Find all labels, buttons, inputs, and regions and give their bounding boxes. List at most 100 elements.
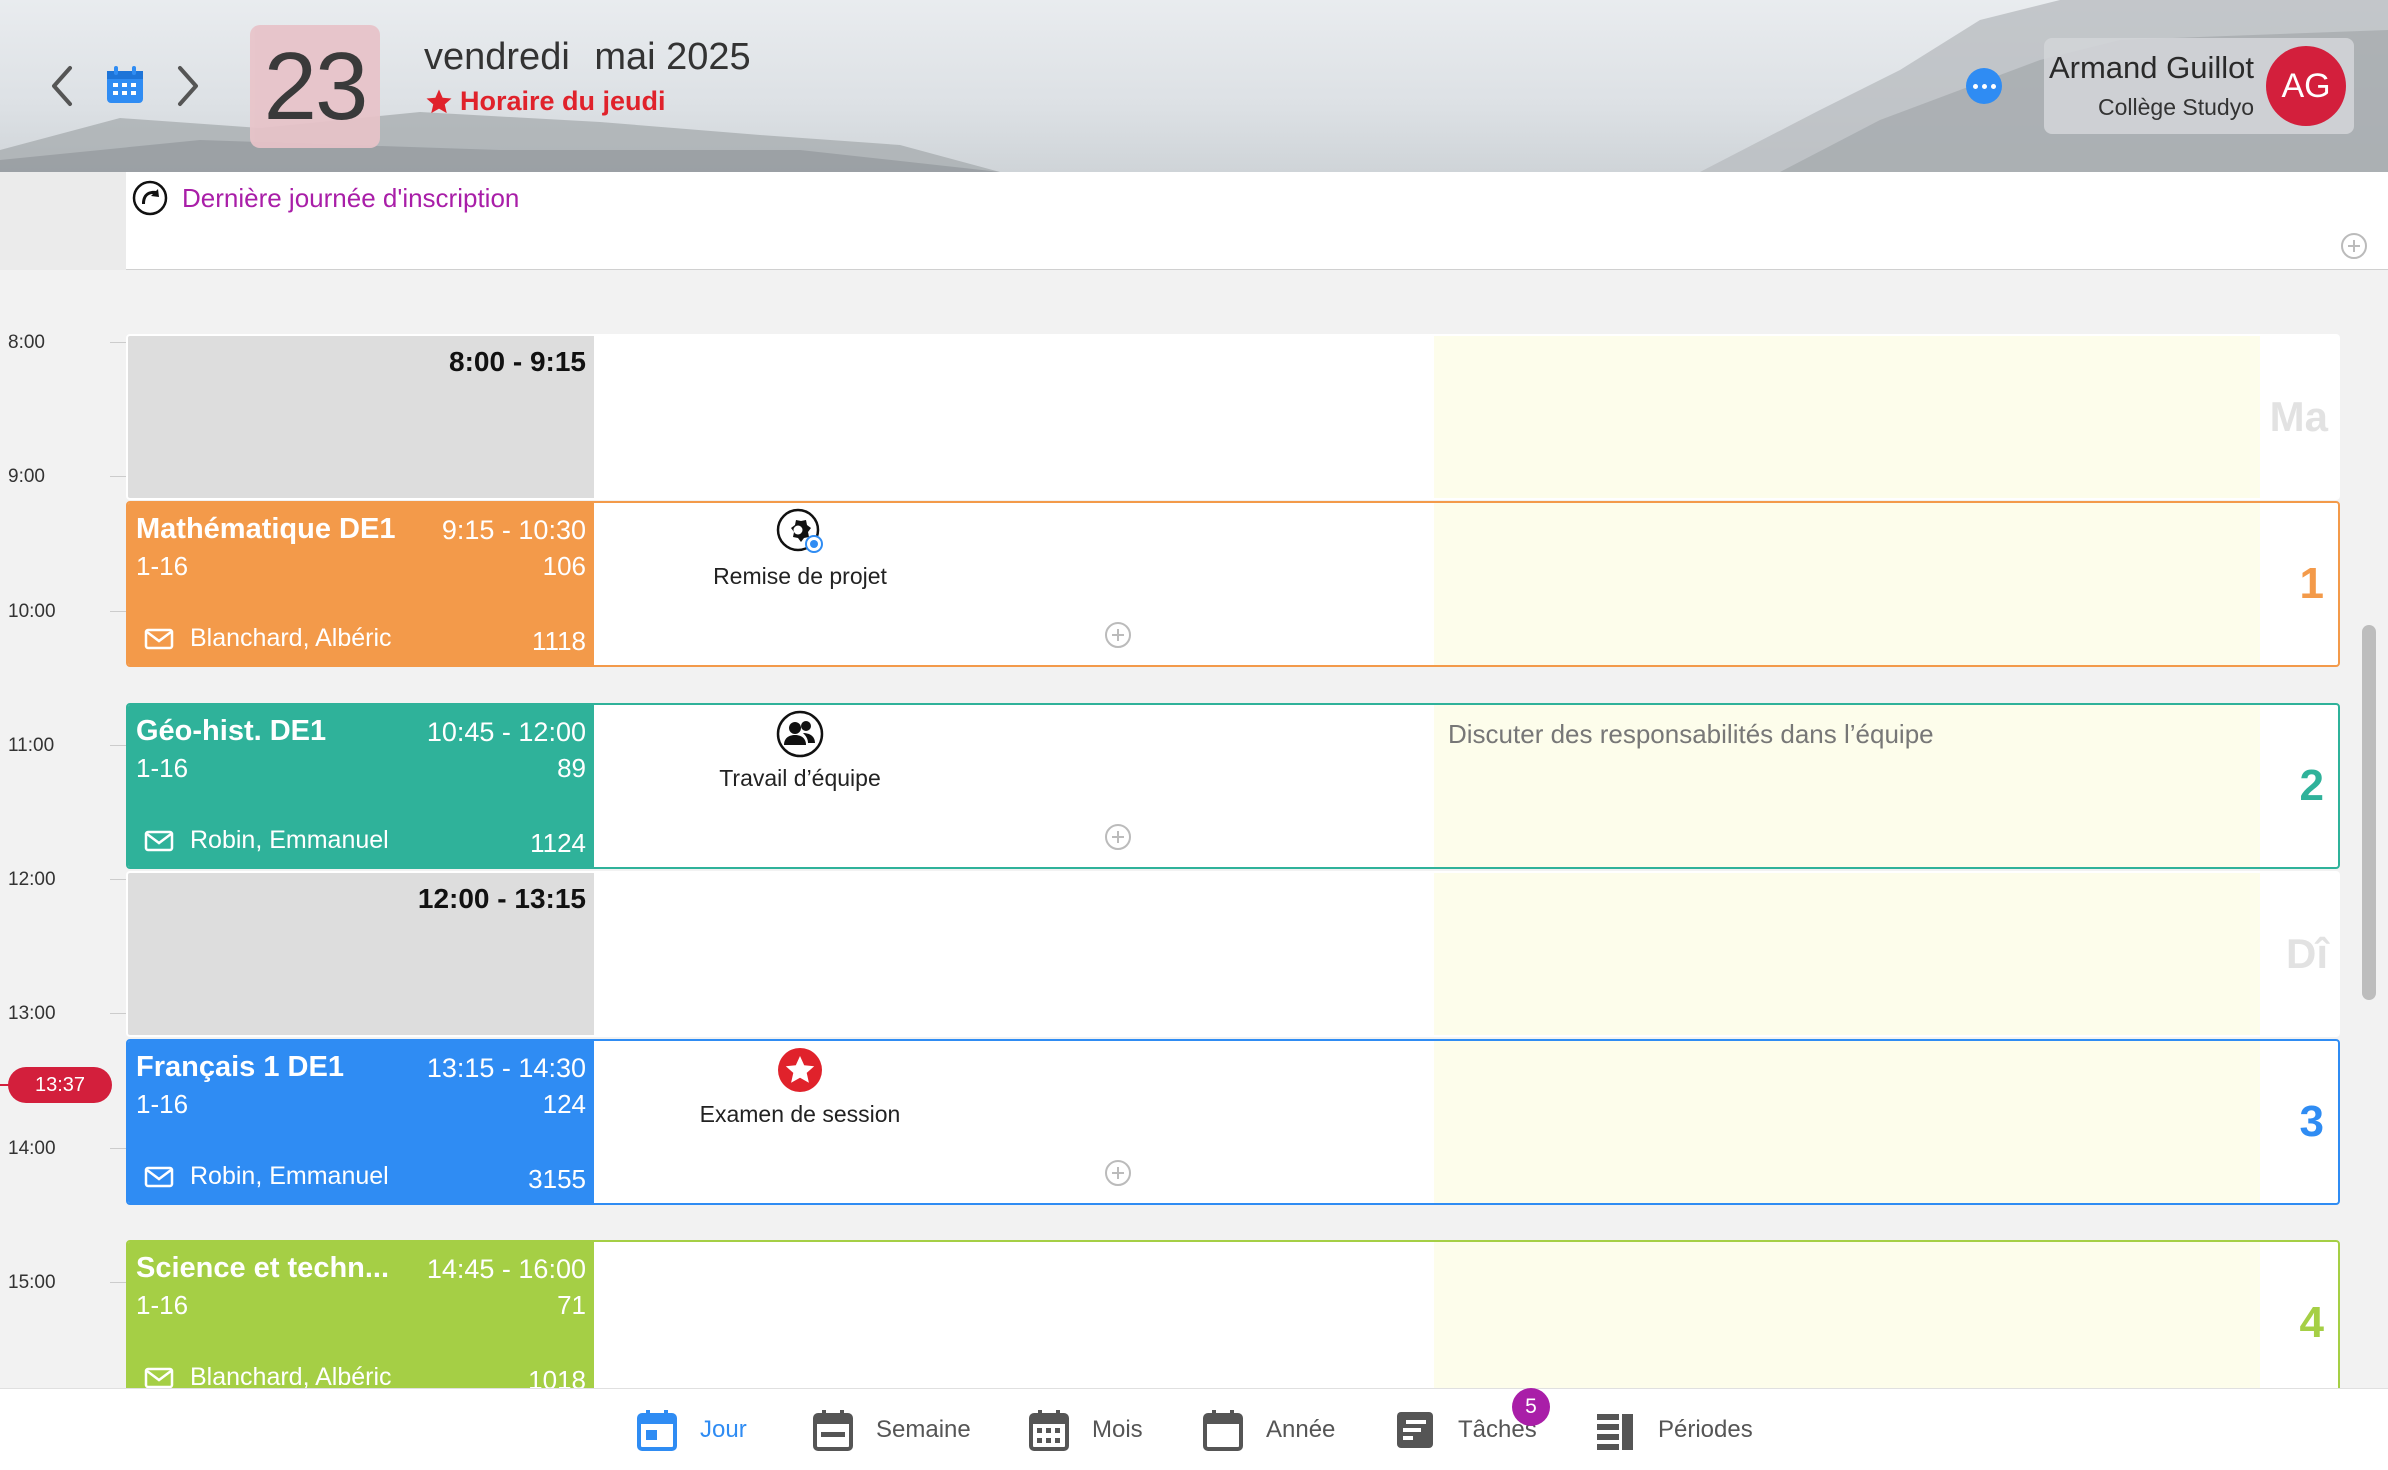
activity-item[interactable]: Travail d’équipe (594, 709, 1006, 792)
note-column[interactable] (1434, 503, 2260, 665)
hour-label: 15:00 (8, 1272, 56, 1293)
course-group: 1-16 (136, 753, 189, 783)
course-group: 1-16 (136, 1290, 189, 1320)
free-block-time: 8:00 - 9:15 (449, 346, 586, 377)
hour-label: 12:00 (8, 869, 56, 890)
mail-icon (144, 830, 174, 851)
free-block-header: 12:00 - 13:15 (128, 873, 594, 1035)
activity-item[interactable]: Examen de session (594, 1045, 1006, 1128)
period-label: Dî (2286, 930, 2328, 977)
tab-periods[interactable]: Périodes (1594, 1403, 1753, 1457)
hour-tick (110, 342, 126, 343)
tab-week[interactable]: Semaine (812, 1403, 971, 1457)
mail-icon (144, 628, 174, 649)
add-activity-icon[interactable] (1104, 1159, 1132, 1187)
month-year: mai 2025 (594, 36, 751, 78)
gear-icon (776, 508, 823, 553)
more-options-button[interactable] (1966, 68, 2002, 104)
course-group: 1-16 (136, 551, 189, 581)
course-row-math[interactable]: Mathématique DE1 9:15 - 10:30 1-16 106 B… (126, 501, 2340, 667)
hour-tick (110, 1282, 126, 1283)
course-header[interactable]: Géo-hist. DE1 10:45 - 12:00 1-16 89 Robi… (128, 705, 594, 867)
school-name: Collège Studyo (2098, 94, 2254, 120)
free-block-lunch[interactable]: 12:00 - 13:15 Dî (126, 871, 2340, 1037)
allday-event[interactable]: Dernière journée d'inscription (132, 180, 519, 216)
course-header[interactable]: Français 1 DE1 13:15 - 14:30 1-16 124 Ro… (128, 1041, 594, 1203)
hour-label: 10:00 (8, 601, 56, 622)
course-time: 9:15 - 10:30 (441, 515, 586, 545)
calendar-year-icon (1203, 1410, 1243, 1451)
tab-periods-label: Périodes (1658, 1416, 1753, 1443)
calendar-icon (107, 66, 143, 103)
weekday: vendredi (424, 36, 570, 78)
avatar: AG (2266, 46, 2346, 126)
course-time: 10:45 - 12:00 (426, 717, 586, 747)
allday-event-label: Dernière journée d'inscription (182, 182, 520, 213)
next-day-button[interactable] (170, 60, 206, 112)
course-room: 89 (557, 753, 586, 783)
course-code: 3155 (528, 1164, 586, 1194)
course-room: 71 (557, 1290, 586, 1320)
allday-row[interactable]: Dernière journée d'inscription (126, 172, 2388, 270)
note-column[interactable] (1434, 1041, 2260, 1203)
course-name: Science et techn... (136, 1252, 390, 1284)
note-column[interactable] (1434, 336, 2260, 498)
course-name: Français 1 DE1 (136, 1051, 344, 1083)
course-teacher[interactable]: Robin, Emmanuel (144, 1162, 389, 1191)
tab-day[interactable]: Jour (636, 1403, 747, 1457)
course-code: 1118 (532, 626, 586, 656)
tab-week-label: Semaine (876, 1416, 971, 1443)
activity-area[interactable]: Remise de projet (594, 503, 1434, 665)
hour-label: 11:00 (8, 735, 55, 756)
header: 23 vendredi mai 2025 Horaire du jeudi Ar… (0, 0, 2388, 172)
registration-icon (132, 180, 168, 216)
exam-star-icon (778, 1048, 822, 1092)
star-icon (426, 89, 452, 113)
allday-gutter (0, 172, 126, 270)
hour-tick (110, 611, 126, 612)
user-card[interactable]: Armand Guillot Collège Studyo AG (2044, 38, 2354, 134)
chevron-right-icon (178, 66, 198, 106)
chevron-left-icon (52, 66, 72, 106)
note-column[interactable] (1434, 1242, 2260, 1404)
course-code: 1124 (530, 828, 586, 858)
course-room: 124 (542, 1089, 586, 1119)
course-time: 14:45 - 16:00 (426, 1254, 586, 1284)
period-number: 4 (2299, 1298, 2324, 1347)
course-name: Géo-hist. DE1 (136, 715, 327, 747)
mail-icon (144, 1166, 174, 1187)
course-row-geo-hist[interactable]: Géo-hist. DE1 10:45 - 12:00 1-16 89 Robi… (126, 703, 2340, 869)
course-teacher[interactable]: Blanchard, Albéric (144, 624, 392, 653)
activity-item[interactable]: Remise de projet (594, 507, 1006, 590)
teacher-name: Robin, Emmanuel (190, 826, 389, 854)
add-allday-icon[interactable] (2340, 232, 2368, 260)
mail-icon (144, 1367, 174, 1388)
activity-area[interactable]: Examen de session (594, 1041, 1434, 1203)
activity-label: Examen de session (699, 1101, 901, 1127)
tab-year[interactable]: Année (1202, 1403, 1335, 1457)
tab-month[interactable]: Mois (1028, 1403, 1143, 1457)
course-header[interactable]: Mathématique DE1 9:15 - 10:30 1-16 106 B… (128, 503, 594, 665)
course-name: Mathématique DE1 (136, 513, 396, 545)
date-number: 23 (250, 25, 380, 148)
course-teacher[interactable]: Robin, Emmanuel (144, 826, 389, 855)
course-header[interactable]: Science et techn... 14:45 - 16:00 1-16 7… (128, 1242, 594, 1404)
activity-area[interactable]: Travail d’équipe (594, 705, 1434, 867)
course-row-francais[interactable]: Français 1 DE1 13:15 - 14:30 1-16 124 Ro… (126, 1039, 2340, 1205)
free-block-morning[interactable]: 8:00 - 9:15 Ma (126, 334, 2340, 500)
activity-area[interactable] (594, 1242, 1434, 1404)
teacher-name: Robin, Emmanuel (190, 1162, 389, 1190)
hour-tick (110, 879, 126, 880)
tasks-count-badge: 5 (1512, 1388, 1550, 1426)
add-activity-icon[interactable] (1104, 823, 1132, 851)
course-room: 106 (542, 551, 586, 581)
course-time: 13:15 - 14:30 (426, 1053, 586, 1083)
course-row-science[interactable]: Science et techn... 14:45 - 16:00 1-16 7… (126, 1240, 2340, 1406)
note-column[interactable] (1434, 873, 2260, 1035)
more-dot (1981, 83, 1987, 89)
scrollbar-thumb[interactable] (2362, 625, 2376, 1000)
previous-day-button[interactable] (44, 60, 80, 112)
period-note[interactable]: Discuter des responsabilités dans l’équi… (1448, 719, 1934, 750)
add-activity-icon[interactable] (1104, 621, 1132, 649)
today-button[interactable] (104, 64, 146, 106)
